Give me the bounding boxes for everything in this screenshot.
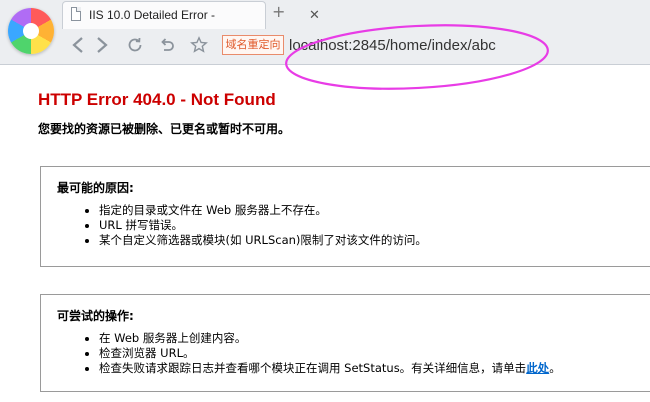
- list-item: 指定的目录或文件在 Web 服务器上不存在。: [85, 203, 427, 218]
- arrow-left-icon: [72, 37, 83, 53]
- refresh-button[interactable]: [124, 35, 146, 55]
- causes-list: 指定的目录或文件在 Web 服务器上不存在。 URL 拼写错误。 某个自定义筛选…: [85, 203, 427, 248]
- actions-heading: 可尝试的操作:: [57, 309, 134, 323]
- tab-title: IIS 10.0 Detailed Error -: [89, 8, 216, 22]
- redirect-badge[interactable]: 域名重定向: [222, 35, 284, 55]
- refresh-icon: [128, 37, 142, 52]
- browser-chrome: IIS 10.0 Detailed Error - ✕ + 域名重定向: [0, 0, 650, 65]
- list-item: 某个自定义筛选器或模块(如 URLScan)限制了对该文件的访问。: [85, 233, 427, 248]
- address-bar-input[interactable]: [289, 33, 639, 57]
- undo-icon: [161, 38, 174, 51]
- browser-logo-icon[interactable]: [8, 8, 54, 54]
- close-icon[interactable]: ✕: [309, 9, 320, 22]
- tab-iis-error[interactable]: IIS 10.0 Detailed Error - ✕: [62, 1, 320, 29]
- back-button[interactable]: [68, 35, 88, 55]
- list-item: URL 拼写错误。: [85, 218, 427, 233]
- likely-causes-panel: 最可能的原因: 指定的目录或文件在 Web 服务器上不存在。 URL 拼写错误。…: [40, 166, 650, 267]
- details-link[interactable]: 此处: [526, 361, 549, 375]
- list-item: 检查浏览器 URL。: [85, 346, 561, 361]
- forward-button[interactable]: [92, 35, 112, 55]
- list-item-text: 检查失败请求跟踪日志并查看哪个模块正在调用 SetStatus。有关详细信息，请…: [99, 361, 527, 375]
- actions-list: 在 Web 服务器上创建内容。 检查浏览器 URL。 检查失败请求跟踪日志并查看…: [85, 331, 561, 376]
- plus-icon[interactable]: +: [272, 4, 285, 20]
- error-title: HTTP Error 404.0 - Not Found: [38, 90, 276, 109]
- star-icon: [190, 36, 208, 53]
- undo-button[interactable]: [156, 35, 178, 55]
- list-item: 检查失败请求跟踪日志并查看哪个模块正在调用 SetStatus。有关详细信息，请…: [85, 361, 561, 376]
- list-item-suffix: 。: [549, 361, 561, 375]
- error-subtitle: 您要找的资源已被删除、已更名或暂时不可用。: [38, 122, 291, 136]
- list-item: 在 Web 服务器上创建内容。: [85, 331, 561, 346]
- arrow-right-icon: [97, 37, 108, 53]
- favorite-button[interactable]: [188, 35, 210, 55]
- things-to-try-panel: 可尝试的操作: 在 Web 服务器上创建内容。 检查浏览器 URL。 检查失败请…: [40, 294, 650, 392]
- causes-heading: 最可能的原因:: [57, 181, 134, 195]
- page-favicon-icon: [71, 7, 81, 21]
